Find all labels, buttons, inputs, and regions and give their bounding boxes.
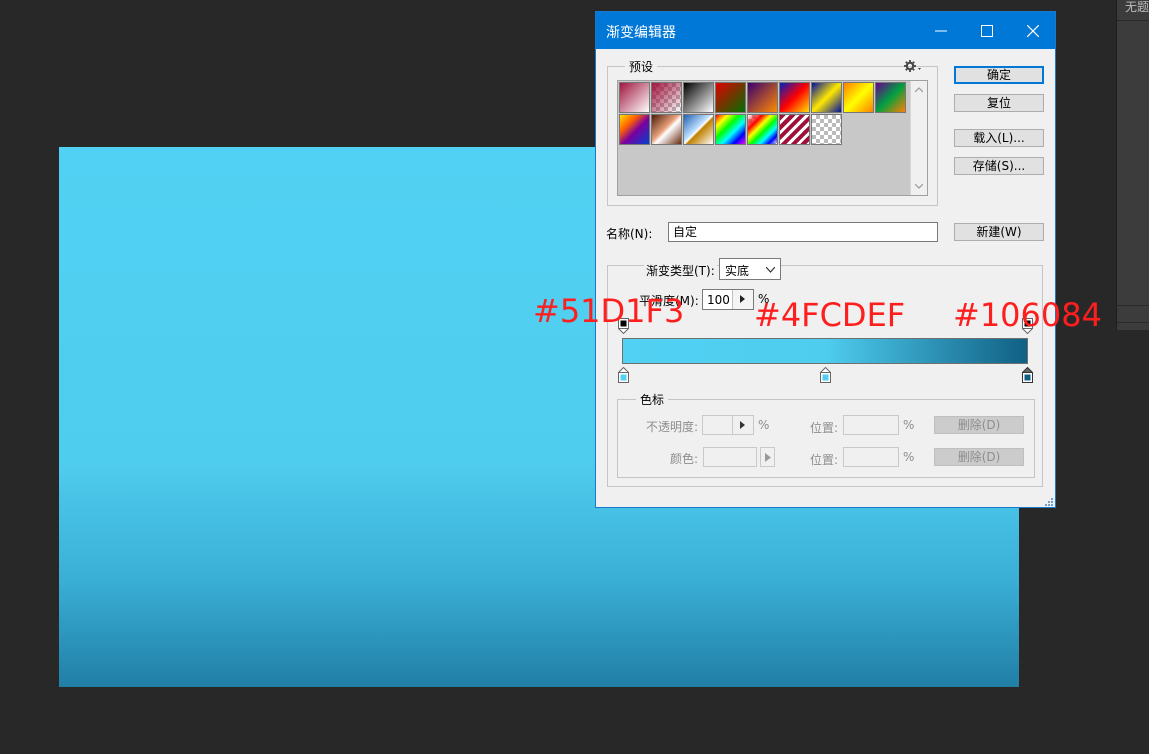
minimize-icon (935, 30, 947, 32)
opacity-label: 不透明度: (646, 420, 699, 434)
chevron-down-icon[interactable] (915, 183, 923, 189)
title-bar[interactable]: 渐变编辑器 (596, 12, 1055, 49)
dialog-title: 渐变编辑器 (606, 25, 676, 41)
maximize-button[interactable] (964, 12, 1010, 49)
preset-swatch[interactable] (715, 82, 746, 113)
triangle-right-icon (740, 295, 745, 303)
opacity-location-label: 位置: (810, 421, 839, 435)
color-field[interactable] (703, 447, 757, 467)
color-location-field[interactable] (843, 447, 899, 467)
preset-swatch[interactable] (811, 82, 842, 113)
delete-opacity-stop-button[interactable]: 删除(D) (934, 416, 1024, 434)
preset-swatch[interactable] (811, 114, 842, 145)
color-location-label: 位置: (810, 453, 839, 467)
preset-swatch[interactable] (779, 82, 810, 113)
opacity-location-unit: % (903, 418, 915, 432)
gear-icon[interactable] (903, 59, 921, 73)
load-button[interactable]: 载入(L)... (954, 129, 1044, 147)
triangle-right-icon (765, 453, 771, 462)
preset-swatch[interactable] (843, 82, 874, 113)
triangle-right-icon (740, 421, 745, 429)
color-label: 颜色: (670, 452, 699, 466)
close-icon (1027, 25, 1039, 37)
gradient-type-label: 渐变类型(T): (644, 262, 717, 279)
preset-swatch[interactable] (747, 82, 778, 113)
gradient-type-value: 实底 (725, 264, 750, 278)
chevron-down-icon (766, 267, 775, 273)
preset-swatch[interactable] (619, 82, 650, 113)
preset-swatch[interactable] (747, 114, 778, 145)
preset-swatch[interactable] (779, 114, 810, 145)
opacity-unit: % (758, 418, 770, 432)
close-button[interactable] (1010, 12, 1056, 49)
gradient-type-select[interactable]: 实底 (719, 258, 781, 280)
preset-swatch[interactable] (683, 82, 714, 113)
color-location-unit: % (903, 450, 915, 464)
color-stop-middle[interactable] (820, 367, 831, 383)
minimize-button[interactable] (918, 12, 964, 49)
preset-swatch-grid[interactable] (617, 80, 928, 196)
preset-swatch[interactable] (683, 114, 714, 145)
document-tab[interactable]: 无题 (1125, 0, 1149, 15)
delete-color-stop-button[interactable]: 删除(D) (934, 448, 1024, 466)
opacity-location-field[interactable] (843, 415, 899, 435)
maximize-icon (981, 25, 993, 37)
presets-legend: 预设 (625, 58, 658, 75)
name-input[interactable]: 自定 (668, 222, 938, 242)
ok-button[interactable]: 确定 (954, 66, 1044, 84)
smoothness-field[interactable]: 100 (702, 289, 754, 310)
opacity-field[interactable] (702, 415, 754, 435)
preset-swatch[interactable] (715, 114, 746, 145)
reset-button[interactable]: 复位 (954, 94, 1044, 112)
preset-swatch[interactable] (651, 114, 682, 145)
new-button[interactable]: 新建(W) (954, 223, 1044, 241)
color-stops-legend: 色标 (636, 391, 669, 408)
annotation-end-color: #106084 (953, 296, 1102, 334)
preset-swatch[interactable] (651, 82, 682, 113)
gradient-preview-bar[interactable] (622, 338, 1028, 364)
resize-grip-icon[interactable] (1045, 498, 1054, 507)
color-stop-right[interactable] (1022, 367, 1033, 383)
color-stop-left[interactable] (618, 367, 629, 383)
preset-swatch[interactable] (875, 82, 906, 113)
right-panel: 无题 (1116, 0, 1149, 330)
smoothness-value[interactable]: 100 (707, 293, 730, 307)
smoothness-slider-toggle[interactable] (732, 290, 753, 309)
save-button[interactable]: 存储(S)... (954, 157, 1044, 175)
chevron-up-icon[interactable] (915, 87, 923, 93)
color-picker-toggle[interactable] (760, 447, 775, 467)
preset-swatch[interactable] (619, 114, 650, 145)
name-label: 名称(N): (606, 227, 653, 241)
annotation-start-color: #51D1F3 (533, 292, 685, 330)
annotation-middle-color: #4FCDEF (754, 296, 906, 334)
preset-scrollbar[interactable] (910, 81, 927, 195)
